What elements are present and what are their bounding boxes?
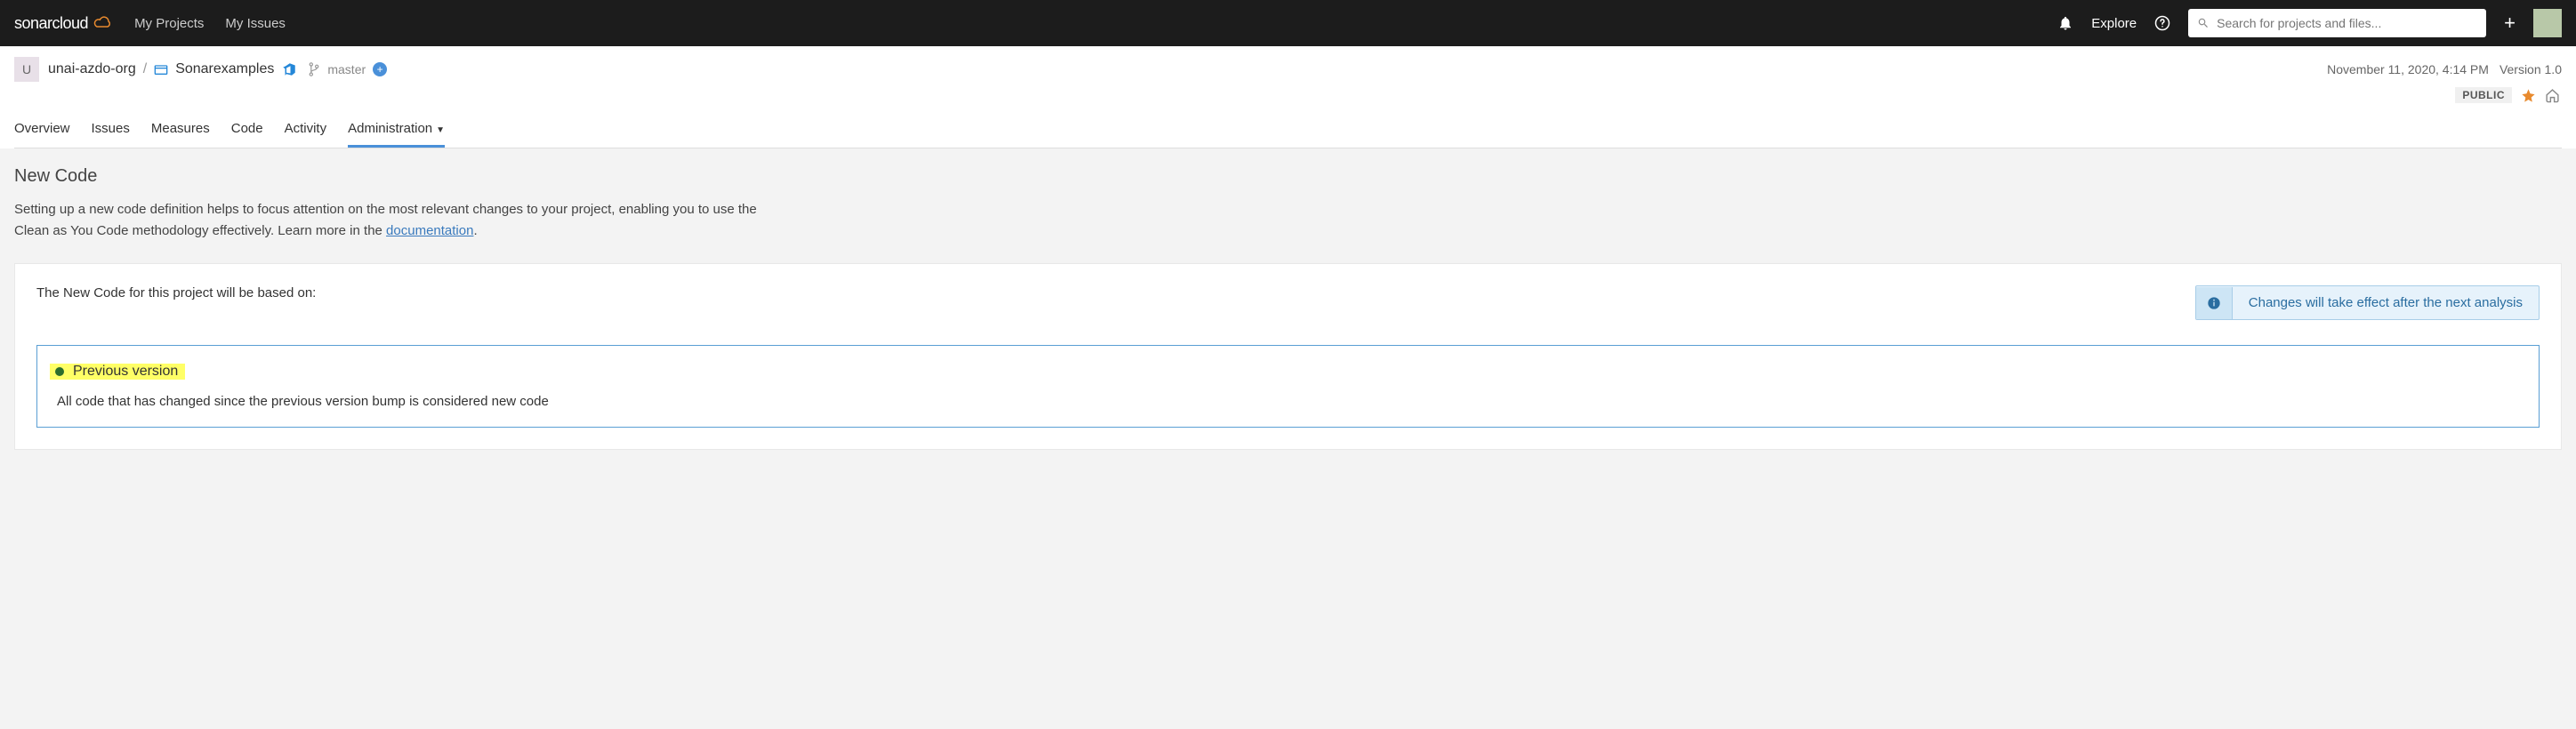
panel-intro: The New Code for this project will be ba… [36, 285, 316, 300]
nav-my-projects[interactable]: My Projects [134, 16, 204, 31]
breadcrumb-sep: / [143, 61, 147, 77]
meta-right: November 11, 2020, 4:14 PM Version 1.0 [2327, 62, 2562, 76]
tabs: Overview Issues Measures Code Activity A… [14, 112, 2562, 148]
option-description: All code that has changed since the prev… [57, 394, 2526, 409]
header-right: Explore + [2057, 9, 2562, 37]
main-content: New Code Setting up a new code definitio… [0, 148, 2576, 468]
top-header: sonarcloud My Projects My Issues Explore… [0, 0, 2576, 46]
tab-code[interactable]: Code [231, 112, 263, 148]
option-title: Previous version [73, 364, 178, 380]
alert-text: Changes will take effect after the next … [2233, 286, 2539, 319]
breadcrumb: unai-azdo-org / Sonarexamples [48, 61, 297, 77]
tab-overview[interactable]: Overview [14, 112, 70, 148]
branch-info: master + [308, 62, 387, 76]
version-label: Version 1.0 [2500, 62, 2562, 76]
azure-devops-icon [281, 61, 297, 77]
org-badge[interactable]: U [14, 57, 39, 82]
star-icon[interactable] [2521, 88, 2536, 103]
org-name[interactable]: unai-azdo-org [48, 61, 136, 77]
logo-text: sonarcloud [14, 14, 88, 33]
visibility-badge: PUBLIC [2455, 87, 2512, 103]
page-title: New Code [14, 166, 2562, 187]
search-icon [2197, 17, 2210, 29]
home-icon[interactable] [2545, 88, 2560, 103]
breadcrumb-bar: U unai-azdo-org / Sonarexamples master +… [0, 46, 2576, 148]
logo[interactable]: sonarcloud [14, 14, 113, 33]
option-header: Previous version [50, 364, 185, 380]
new-code-panel: The New Code for this project will be ba… [14, 263, 2562, 450]
branch-icon [308, 62, 320, 76]
documentation-link[interactable]: documentation [386, 223, 473, 238]
bell-icon[interactable] [2057, 15, 2073, 31]
tab-issues[interactable]: Issues [92, 112, 130, 148]
info-icon [2196, 287, 2233, 319]
logo-cloud-icon [93, 16, 113, 30]
tab-activity[interactable]: Activity [285, 112, 327, 148]
analysis-timestamp: November 11, 2020, 4:14 PM [2327, 62, 2489, 76]
radio-selected-icon [55, 367, 64, 376]
tab-administration[interactable]: Administration▼ [348, 112, 445, 148]
tab-measures[interactable]: Measures [151, 112, 210, 148]
nav-my-issues[interactable]: My Issues [225, 16, 286, 31]
create-icon[interactable]: + [2504, 12, 2516, 35]
chevron-down-icon: ▼ [436, 125, 445, 135]
nav-links: My Projects My Issues [134, 16, 286, 31]
avatar[interactable] [2533, 9, 2562, 37]
project-icon [154, 63, 168, 76]
project-name[interactable]: Sonarexamples [175, 61, 274, 77]
nav-explore[interactable]: Explore [2091, 16, 2137, 31]
branch-name[interactable]: master [327, 62, 366, 76]
info-alert: Changes will take effect after the next … [2195, 285, 2540, 320]
page-description: Setting up a new code definition helps t… [14, 199, 779, 242]
search-box[interactable] [2188, 9, 2486, 37]
option-previous-version[interactable]: Previous version All code that has chang… [36, 345, 2540, 428]
help-icon[interactable] [2154, 15, 2170, 31]
search-input[interactable] [2217, 16, 2477, 30]
branch-add-icon[interactable]: + [373, 62, 387, 76]
